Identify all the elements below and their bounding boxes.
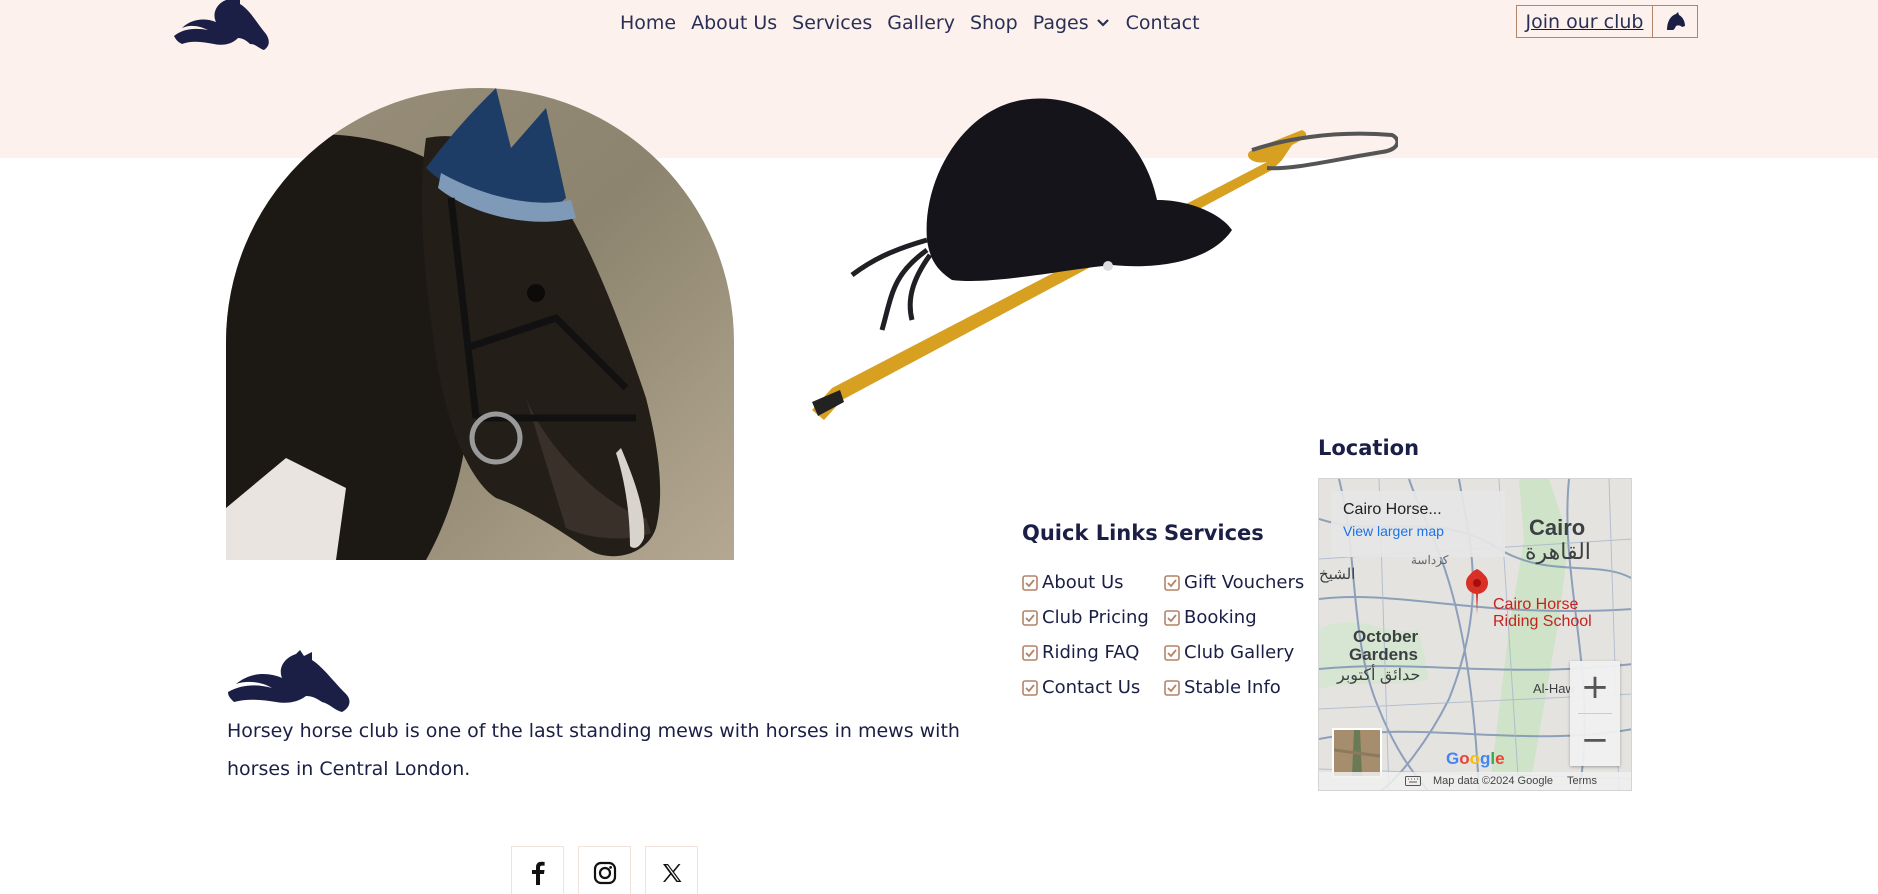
- chevron-down-icon: [1096, 19, 1109, 27]
- list-item: Contact Us: [1022, 670, 1149, 705]
- quick-link-club-pricing[interactable]: Club Pricing: [1022, 607, 1149, 628]
- list-item: Riding FAQ: [1022, 635, 1149, 670]
- map-attribution-bar: Map data ©2024 Google Terms: [1319, 772, 1631, 790]
- view-larger-map-link[interactable]: View larger map: [1343, 523, 1493, 539]
- instagram-button[interactable]: [578, 846, 631, 894]
- map-terms-link[interactable]: Terms: [1567, 775, 1597, 787]
- satellite-toggle[interactable]: [1332, 728, 1382, 778]
- link-label: Club Gallery: [1184, 642, 1295, 663]
- map-pin-label: Cairo Horse Riding School: [1493, 596, 1592, 630]
- services-title: Services: [1164, 521, 1264, 545]
- nav-about-us[interactable]: About Us: [691, 10, 777, 36]
- quick-link-about-us[interactable]: About Us: [1022, 572, 1124, 593]
- service-gift-vouchers[interactable]: Gift Vouchers: [1164, 572, 1304, 593]
- checkbox-icon: [1022, 644, 1038, 661]
- nav-services[interactable]: Services: [792, 10, 872, 36]
- map-place-label-ar: حدائق أكتوبر: [1337, 667, 1421, 684]
- nav-contact[interactable]: Contact: [1126, 10, 1200, 36]
- link-label: Contact Us: [1042, 677, 1141, 698]
- map-place-label-ar: كرداسة: [1411, 553, 1449, 567]
- link-label: Riding FAQ: [1042, 642, 1140, 663]
- map-city-label-ar: القاهرة: [1525, 539, 1591, 564]
- instagram-icon: [593, 861, 616, 884]
- zoom-in-button[interactable]: +: [1570, 661, 1620, 713]
- facebook-button[interactable]: [511, 846, 564, 894]
- link-label: Gift Vouchers: [1184, 572, 1305, 593]
- pin-label-line: Cairo Horse: [1493, 596, 1579, 613]
- join-club-label: Join our club: [1517, 6, 1653, 37]
- x-icon: [662, 863, 681, 882]
- x-twitter-button[interactable]: [645, 846, 698, 894]
- quick-link-riding-faq[interactable]: Riding FAQ: [1022, 642, 1139, 663]
- service-club-gallery[interactable]: Club Gallery: [1164, 642, 1294, 663]
- nav-home[interactable]: Home: [620, 10, 676, 36]
- list-item: Club Gallery: [1164, 635, 1304, 670]
- map-place-label: October: [1353, 627, 1419, 646]
- horse-photo: [226, 88, 734, 560]
- service-booking[interactable]: Booking: [1164, 607, 1257, 628]
- map-info-card: Cairo Horse... View larger map: [1331, 491, 1505, 557]
- pin-label-line: Riding School: [1493, 613, 1592, 630]
- zoom-out-button[interactable]: −: [1570, 714, 1620, 766]
- nav-gallery[interactable]: Gallery: [887, 10, 955, 36]
- link-label: Booking: [1184, 607, 1257, 628]
- google-logo: Google: [1446, 749, 1505, 768]
- horse-logo-icon: [228, 650, 350, 712]
- helmet-and-whip-image: [812, 98, 1398, 420]
- about-description: Horsey horse club is one of the last sta…: [227, 720, 960, 780]
- map-card-title: Cairo Horse...: [1343, 501, 1442, 518]
- map-city-label: Cairo: [1529, 515, 1586, 540]
- checkbox-icon: [1022, 574, 1038, 591]
- join-club-button[interactable]: Join our club: [1516, 5, 1698, 38]
- horse-head-icon: [1653, 6, 1697, 37]
- checkbox-icon: [1022, 679, 1038, 696]
- list-item: Gift Vouchers: [1164, 565, 1304, 600]
- nav-shop[interactable]: Shop: [970, 10, 1018, 36]
- keyboard-icon[interactable]: [1405, 776, 1421, 786]
- link-label: Stable Info: [1184, 677, 1281, 698]
- map-attribution: Map data ©2024 Google: [1433, 775, 1554, 787]
- horse-logo-icon[interactable]: [170, 0, 272, 56]
- map-place-label-ar: الشيخ: [1319, 566, 1356, 583]
- nav-pages-dropdown[interactable]: Pages: [1033, 10, 1111, 36]
- list-item: About Us: [1022, 565, 1149, 600]
- map-zoom-controls: + −: [1570, 661, 1620, 766]
- facebook-icon: [531, 861, 545, 885]
- quick-links-list: About Us Club Pricing Riding FAQ Contact…: [1022, 565, 1149, 705]
- list-item: Stable Info: [1164, 670, 1304, 705]
- quick-link-contact-us[interactable]: Contact Us: [1022, 677, 1140, 698]
- location-title: Location: [1318, 436, 1420, 460]
- location-map[interactable]: Cairo Horse... View larger map Cairo الق…: [1318, 478, 1632, 791]
- map-place-label: Al-Haw: [1533, 681, 1575, 696]
- social-links: [511, 846, 698, 894]
- quick-links-title: Quick Links: [1022, 521, 1158, 545]
- checkbox-icon: [1164, 679, 1180, 696]
- checkbox-icon: [1022, 609, 1038, 626]
- map-place-label: Gardens: [1349, 645, 1418, 664]
- link-label: Club Pricing: [1042, 607, 1149, 628]
- services-list: Gift Vouchers Booking Club Gallery Stabl…: [1164, 565, 1304, 705]
- nav-pages-label: Pages: [1032, 12, 1089, 34]
- main-nav: Home About Us Services Gallery Shop Page…: [620, 10, 1200, 36]
- checkbox-icon: [1164, 644, 1180, 661]
- checkbox-icon: [1164, 574, 1180, 591]
- list-item: Club Pricing: [1022, 600, 1149, 635]
- checkbox-icon: [1164, 609, 1180, 626]
- link-label: About Us: [1042, 572, 1124, 593]
- list-item: Booking: [1164, 600, 1304, 635]
- service-stable-info[interactable]: Stable Info: [1164, 677, 1281, 698]
